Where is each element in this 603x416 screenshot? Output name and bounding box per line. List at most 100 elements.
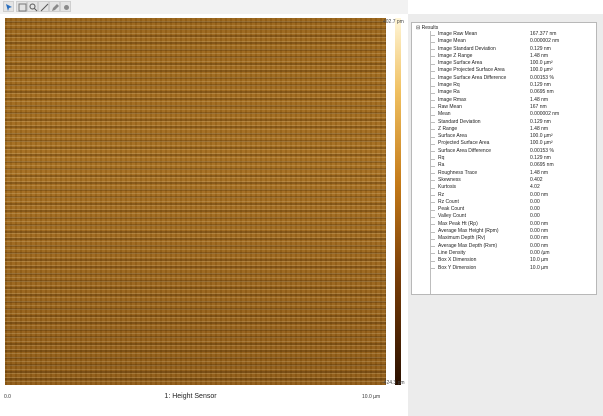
result-label: Image Ra bbox=[438, 89, 460, 96]
edit-icon[interactable] bbox=[49, 1, 60, 12]
result-row[interactable]: Valley Count 0.00 bbox=[412, 213, 596, 220]
result-row[interactable]: Rq 0.129 nm bbox=[412, 155, 596, 162]
result-row[interactable]: Image Mean 0.000002 nm bbox=[412, 38, 596, 45]
result-label: Image Raw Mean bbox=[438, 31, 478, 37]
tree-branch bbox=[430, 209, 435, 211]
result-label: Mean bbox=[438, 111, 451, 118]
result-value: 0.00 nm bbox=[530, 191, 549, 198]
result-value: 1.48 nm bbox=[530, 125, 549, 132]
tree-branch bbox=[430, 224, 435, 226]
results-panel: ⊟ Results Image Raw Mean 167.377 nm Image … bbox=[408, 14, 603, 416]
result-row[interactable]: Roughness Trace 1.48 nm bbox=[412, 170, 596, 177]
tree-branch bbox=[430, 187, 435, 189]
result-row[interactable]: Surface Area 100.0 µm² bbox=[412, 133, 596, 140]
result-value: 0.129 nm bbox=[530, 82, 551, 89]
color-scale-bar bbox=[395, 18, 401, 385]
result-label: Image Rmax bbox=[438, 96, 467, 103]
result-row[interactable]: Image Ra 0.0695 nm bbox=[412, 89, 596, 96]
tree-branch bbox=[430, 136, 435, 138]
result-label: Surface Area Difference bbox=[438, 147, 491, 154]
tree-branch bbox=[430, 107, 435, 109]
result-label: Image Z Range bbox=[438, 52, 473, 59]
result-row[interactable]: Ra 0.0695 nm bbox=[412, 162, 596, 169]
result-row[interactable]: Standard Deviation 0.129 nm bbox=[412, 119, 596, 126]
tree-branch bbox=[430, 260, 435, 262]
tree-branch bbox=[430, 165, 435, 167]
result-label: Box X Dimension bbox=[438, 257, 477, 264]
result-row[interactable]: Peak Count 0.00 bbox=[412, 206, 596, 213]
result-value: 0.00 bbox=[530, 206, 540, 213]
result-row[interactable]: Image Z Range 1.48 nm bbox=[412, 53, 596, 60]
result-value: 100.0 µm² bbox=[530, 60, 553, 67]
result-row[interactable]: Image Raw Mean 167.377 nm bbox=[412, 31, 596, 38]
result-value: 4.02 bbox=[530, 184, 540, 191]
result-row[interactable]: Box Y Dimension 10.0 µm bbox=[412, 265, 596, 272]
result-label: Standard Deviation bbox=[438, 118, 481, 125]
select-alt-icon[interactable] bbox=[16, 1, 27, 12]
height-image[interactable] bbox=[5, 18, 386, 385]
result-row[interactable]: Raw Mean 167 nm bbox=[412, 104, 596, 111]
result-row[interactable]: Image Projected Surface Area 100.0 µm² bbox=[412, 67, 596, 74]
result-label: Box Y Dimension bbox=[438, 264, 477, 271]
result-row[interactable]: Box X Dimension 10.0 µm bbox=[412, 257, 596, 264]
result-label: Kurtosis bbox=[438, 184, 457, 191]
result-value: 167.377 nm bbox=[530, 31, 557, 37]
result-label: Image Mean bbox=[438, 38, 466, 45]
result-label: Skewness bbox=[438, 176, 461, 183]
image-frame: 402.7 pm -424.3 pm bbox=[5, 18, 405, 386]
result-row[interactable]: Average Max Height (Rpm) 0.00 nm bbox=[412, 228, 596, 235]
settings-icon[interactable] bbox=[60, 1, 71, 12]
result-value: 10.0 µm bbox=[530, 264, 549, 271]
tree-branch bbox=[430, 231, 435, 233]
result-row[interactable]: Z Range 1.48 nm bbox=[412, 126, 596, 133]
result-label: Z Range bbox=[438, 125, 458, 132]
select-icon[interactable] bbox=[3, 1, 14, 12]
result-row[interactable]: Max Peak Ht (Rp) 0.00 nm bbox=[412, 221, 596, 228]
result-row[interactable]: Maximum Depth (Rv) 0.00 nm bbox=[412, 235, 596, 242]
result-row[interactable]: Image Rq 0.129 nm bbox=[412, 82, 596, 89]
result-row[interactable]: Image Surface Area Difference 0.00153 % bbox=[412, 75, 596, 82]
result-label: Line Density bbox=[438, 249, 466, 256]
result-value: 0.00153 % bbox=[530, 74, 554, 81]
result-row[interactable]: Mean 0.000002 nm bbox=[412, 111, 596, 118]
result-value: 0.0695 nm bbox=[530, 89, 554, 96]
tree-branch bbox=[430, 63, 435, 65]
result-value: 0.00 nm bbox=[530, 242, 549, 249]
result-row[interactable]: Line Density 0.00 /µm bbox=[412, 250, 596, 257]
result-row[interactable]: Rz 0.00 nm bbox=[412, 192, 596, 199]
tree-branch bbox=[430, 151, 435, 153]
result-value: 0.00 nm bbox=[530, 228, 549, 235]
result-row[interactable]: Kurtosis 4.02 bbox=[412, 184, 596, 191]
tree-branch bbox=[430, 216, 435, 218]
tree-branch bbox=[430, 41, 435, 43]
result-row[interactable]: Surface Area Difference 0.00153 % bbox=[412, 148, 596, 155]
result-row[interactable]: Image Surface Area 100.0 µm² bbox=[412, 60, 596, 67]
colorbar-max-label: 402.7 pm bbox=[383, 19, 404, 25]
measure-icon[interactable] bbox=[38, 1, 49, 12]
image-view: 402.7 pm -424.3 pm 0.0 10.0 µm 1: Height… bbox=[0, 14, 408, 416]
result-label: Surface Area bbox=[438, 133, 467, 140]
tree-branch bbox=[430, 129, 435, 131]
result-value: 0.00 bbox=[530, 213, 540, 220]
result-label: Ra bbox=[438, 162, 445, 169]
result-row[interactable]: Projected Surface Area 100.0 µm² bbox=[412, 140, 596, 147]
tree-branch bbox=[430, 100, 435, 102]
result-label: Rq bbox=[438, 155, 445, 162]
result-value: 0.000002 nm bbox=[530, 111, 560, 118]
result-value: 0.129 nm bbox=[530, 118, 551, 125]
result-value: 0.00 nm bbox=[530, 220, 549, 227]
result-row[interactable]: Skewness 0.402 bbox=[412, 177, 596, 184]
result-row[interactable]: Image Standard Deviation 0.129 nm bbox=[412, 46, 596, 53]
tree-branch bbox=[430, 114, 435, 116]
result-label: Image Standard Deviation bbox=[438, 45, 496, 52]
result-value: 0.00 /µm bbox=[530, 249, 550, 256]
result-row[interactable]: Image Rmax 1.48 nm bbox=[412, 97, 596, 104]
result-row[interactable]: Average Max Depth (Rvm) 0.00 nm bbox=[412, 243, 596, 250]
results-tree[interactable]: ⊟ Results Image Raw Mean 167.377 nm Image … bbox=[411, 22, 597, 295]
result-row[interactable]: Rz Count 0.00 bbox=[412, 199, 596, 206]
result-label: Average Max Depth (Rvm) bbox=[438, 242, 498, 249]
tree-branch bbox=[430, 268, 435, 269]
zoom-icon[interactable] bbox=[27, 1, 38, 12]
result-value: 1.48 nm bbox=[530, 96, 549, 103]
tree-branch bbox=[430, 143, 435, 145]
